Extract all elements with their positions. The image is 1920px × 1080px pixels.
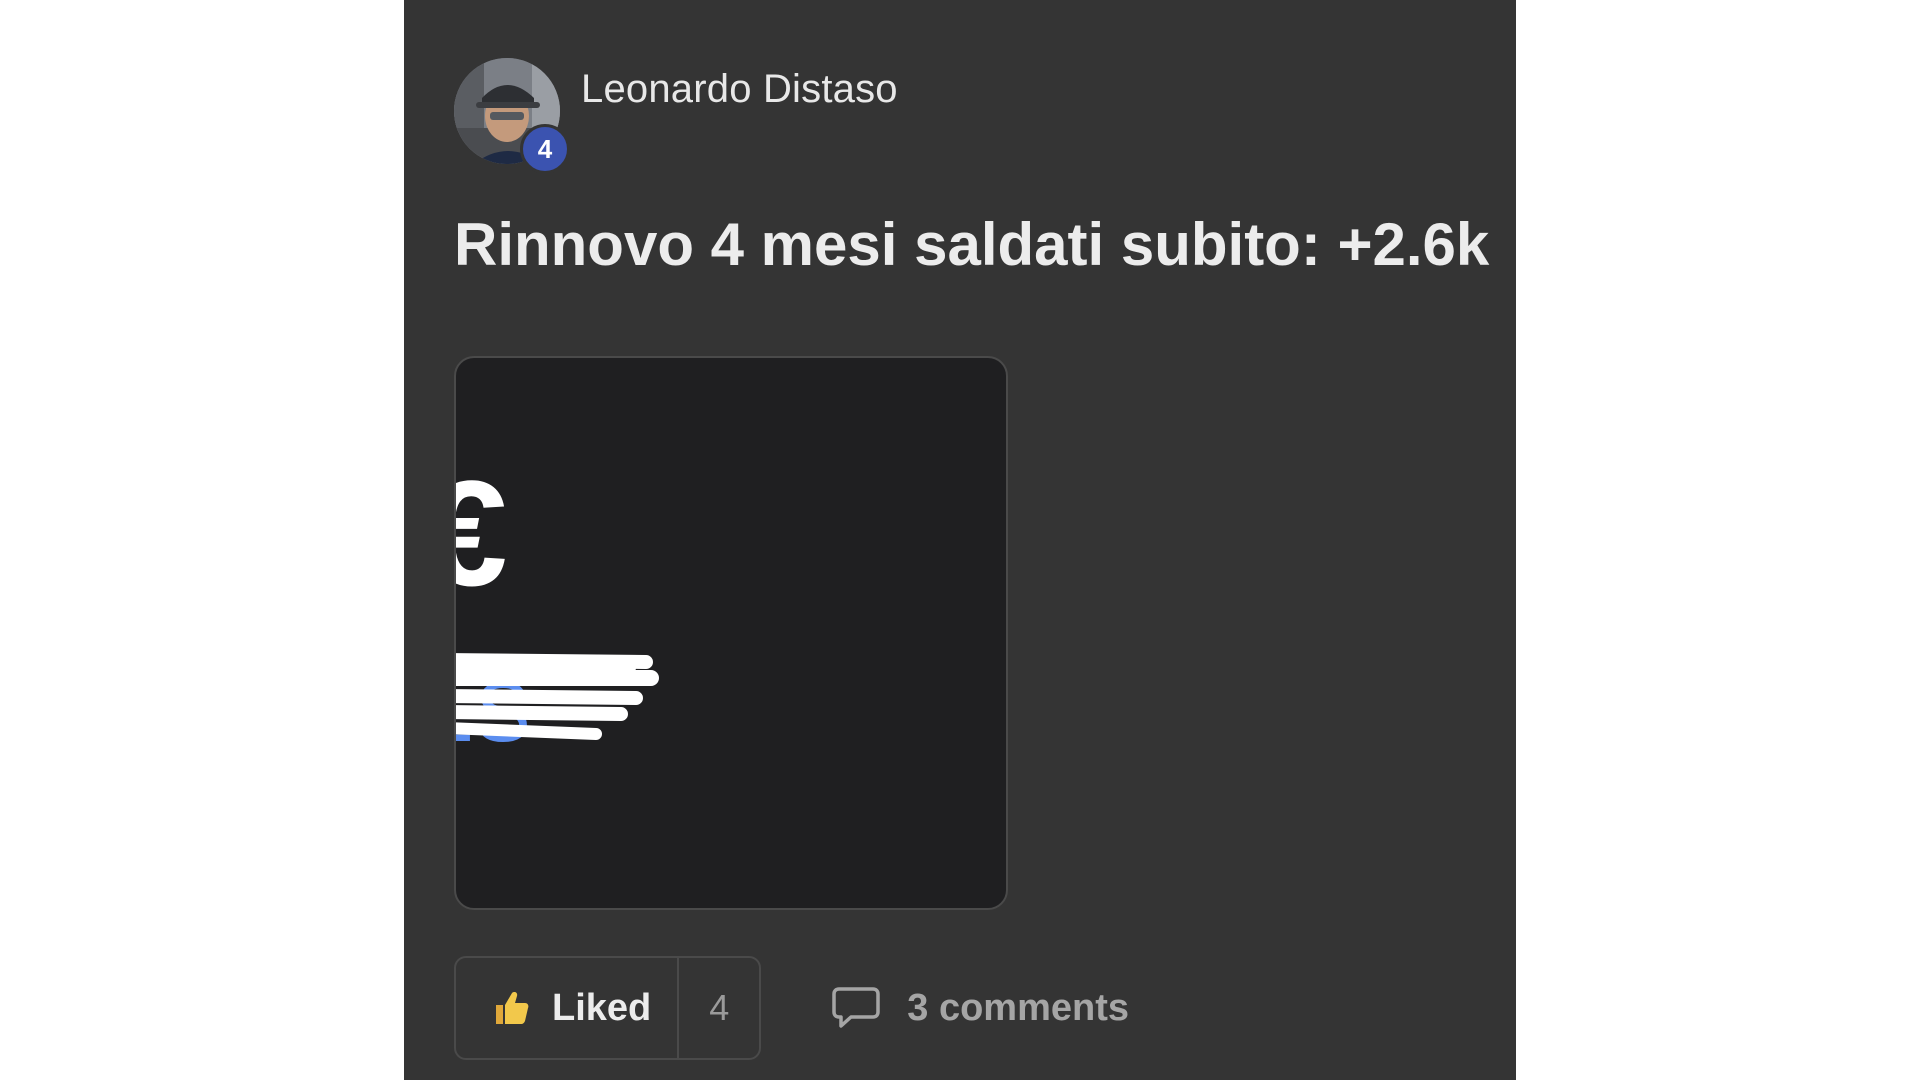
- like-group: Liked 4: [454, 956, 762, 1060]
- author-avatar-wrapper[interactable]: 4: [454, 58, 570, 174]
- like-button[interactable]: Liked: [456, 958, 680, 1058]
- post-attachment-image[interactable]: € LS: [454, 356, 1008, 910]
- level-badge: 4: [520, 124, 570, 174]
- comments-label: 3 comments: [907, 986, 1129, 1029]
- post-card: 4 Leonardo Distaso Rinnovo 4 mesi saldat…: [404, 0, 1516, 1080]
- like-label: Liked: [552, 986, 652, 1029]
- author-name[interactable]: Leonardo Distaso: [581, 67, 898, 112]
- post-actions: Liked 4 3 comments: [454, 956, 1129, 1060]
- author-row: 4 Leonardo Distaso: [454, 58, 898, 174]
- redaction-scribble: [456, 653, 659, 740]
- thumbs-up-icon: [496, 992, 529, 1024]
- post-title[interactable]: Rinnovo 4 mesi saldati subito: +2.6k: [454, 210, 1489, 279]
- speech-bubble-icon: [832, 987, 880, 1028]
- like-count[interactable]: 4: [679, 958, 759, 1058]
- comments-link[interactable]: 3 comments: [831, 986, 1129, 1030]
- euro-glyph: €: [456, 458, 507, 608]
